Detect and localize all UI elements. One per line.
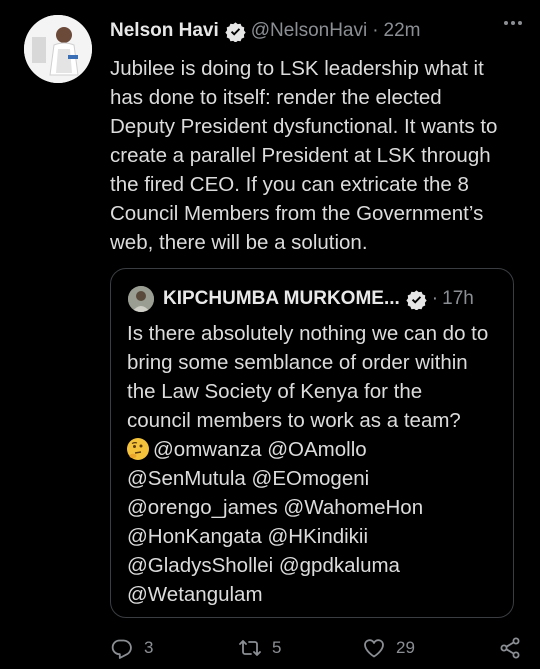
tweet-text-line: Deputy President dysfunctional. It wants… xyxy=(110,115,498,138)
tweet-time[interactable]: 22m xyxy=(384,20,421,42)
retweet-count: 5 xyxy=(272,638,282,657)
author-avatar[interactable] xyxy=(24,15,92,83)
tweet-text-line: Council Members from the Government’s xyxy=(110,202,484,225)
reply-button[interactable]: 3 xyxy=(110,636,153,660)
quoted-author-avatar xyxy=(128,286,154,312)
reply-count: 3 xyxy=(144,638,154,657)
separator-dot: · xyxy=(372,20,379,41)
quoted-text-line: Is there absolutely nothing we can do to xyxy=(127,322,489,345)
quoted-text-line: @omwanza @OAmollo xyxy=(127,435,507,464)
tweet-actions: 3 5 29 xyxy=(110,636,522,666)
quoted-text-line: @SenMutula @EOmogeni xyxy=(127,467,370,490)
verified-badge-icon xyxy=(225,21,246,42)
author-handle[interactable]: @NelsonHavi xyxy=(251,20,367,42)
quoted-text-line: @HonKangata @HKindikii xyxy=(127,525,369,548)
like-button[interactable]: 29 xyxy=(362,636,415,660)
tweet-text-line: the fired CEO. If you can extricate the … xyxy=(110,173,469,196)
quoted-tweet-card[interactable]: KIPCHUMBA MURKOME... · 17h Is there abso… xyxy=(110,268,514,618)
quoted-author-name: KIPCHUMBA MURKOME... xyxy=(163,288,400,309)
quoted-text-mentions: @omwanza @OAmollo xyxy=(153,438,367,461)
verified-badge-icon xyxy=(406,289,427,310)
avatar-image xyxy=(24,15,92,83)
tweet-text-line: create a parallel President at LSK throu… xyxy=(110,144,491,167)
tweet-text-line: web, there will be a solution. xyxy=(110,231,368,254)
quoted-time: 17h xyxy=(442,288,474,309)
like-count: 29 xyxy=(396,638,415,657)
author-name[interactable]: Nelson Havi xyxy=(110,20,219,42)
tweet-header: Nelson Havi @NelsonHavi · 22m xyxy=(110,18,522,44)
tweet-text-line: Jubilee is doing to LSK leadership what … xyxy=(110,57,484,80)
share-icon xyxy=(500,637,520,659)
quoted-text-line: @orengo_james @WahomeHon xyxy=(127,496,424,519)
thinking-face-emoji xyxy=(127,438,149,460)
share-button[interactable] xyxy=(498,636,522,660)
tweet-text-line: has done to itself: render the elected xyxy=(110,86,442,109)
quoted-text-line: council members to work as a team? xyxy=(127,409,461,432)
reply-icon xyxy=(111,639,132,659)
more-icon[interactable] xyxy=(504,21,522,25)
retweet-button[interactable]: 5 xyxy=(238,636,281,660)
quoted-text-line: bring some semblance of order within xyxy=(127,351,468,374)
quoted-text-line: the Law Society of Kenya for the xyxy=(127,380,423,403)
like-icon xyxy=(364,639,384,658)
quoted-text-line: @Wetangulam xyxy=(127,583,263,606)
quoted-header: KIPCHUMBA MURKOME... · 17h xyxy=(163,285,499,313)
tweet-text: Jubilee is doing to LSK leadership what … xyxy=(110,54,520,257)
quoted-text-line: @GladysShollei @gpdkaluma xyxy=(127,554,400,577)
quoted-text: Is there absolutely nothing we can do to… xyxy=(127,319,507,609)
retweet-icon xyxy=(239,640,261,656)
separator-dot: · xyxy=(431,288,439,309)
